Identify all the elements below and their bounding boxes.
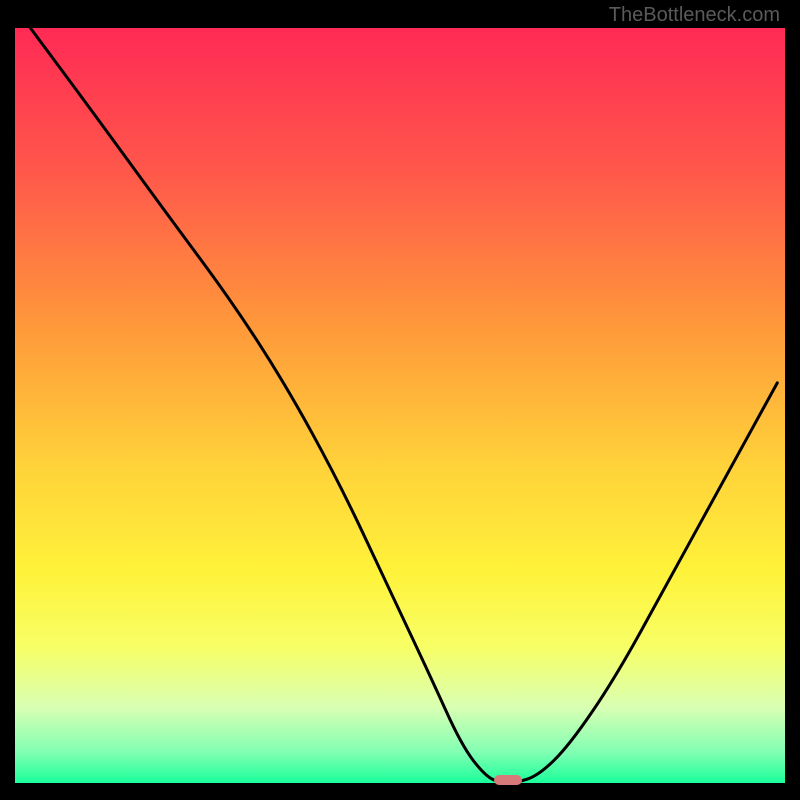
optimal-marker (494, 775, 522, 785)
plot-area (15, 28, 785, 783)
bottleneck-curve (15, 28, 785, 783)
chart-frame (15, 28, 785, 783)
watermark-text: TheBottleneck.com (609, 4, 780, 27)
